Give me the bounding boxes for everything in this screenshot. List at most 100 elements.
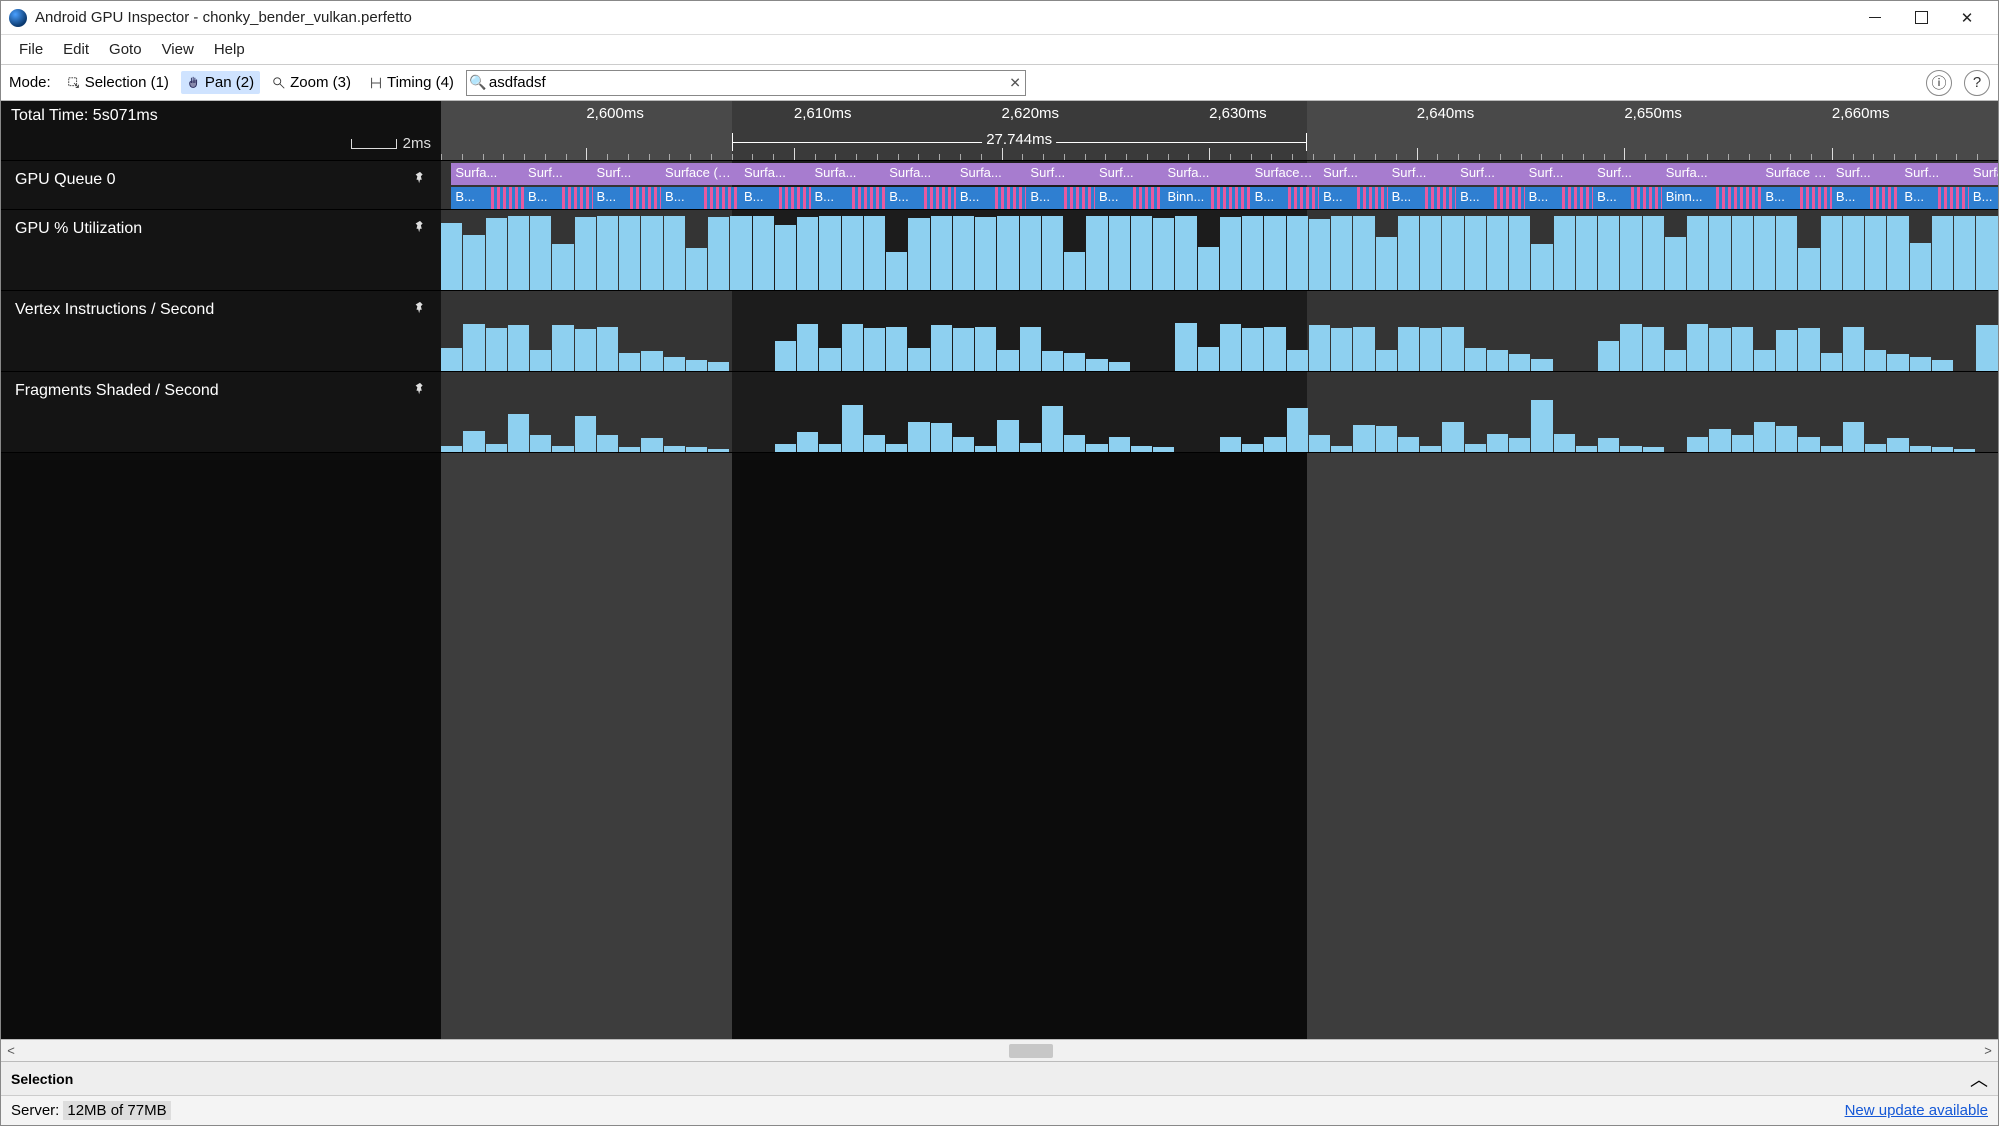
- queue-block-binning[interactable]: B...: [1095, 187, 1133, 209]
- menu-file[interactable]: File: [11, 37, 51, 62]
- track-label-fragments[interactable]: Fragments Shaded / Second: [1, 372, 441, 452]
- window-close-button[interactable]: [1944, 3, 1990, 33]
- scroll-thumb[interactable]: [1009, 1044, 1053, 1058]
- time-ruler[interactable]: 2,600ms2,610ms2,620ms2,630ms2,640ms2,650…: [441, 101, 1998, 160]
- queue-block-render[interactable]: [1631, 187, 1662, 209]
- queue-block-surface[interactable]: Surf...: [1456, 163, 1525, 185]
- queue-block-binning[interactable]: B...: [524, 187, 562, 209]
- queue-block-surface[interactable]: Surf...: [1388, 163, 1457, 185]
- queue-block-surface[interactable]: Surface (10...: [1761, 163, 1832, 185]
- queue-block-surface[interactable]: Surfa...: [1662, 163, 1762, 185]
- queue-block-render[interactable]: [1211, 187, 1250, 209]
- empty-area[interactable]: [1, 453, 1998, 1039]
- help-button[interactable]: ?: [1964, 70, 1990, 96]
- gpu-util-chart[interactable]: [441, 210, 1998, 290]
- queue-block-surface[interactable]: Surfa...: [956, 163, 1027, 185]
- queue-block-binning[interactable]: B...: [1026, 187, 1064, 209]
- queue-block-render[interactable]: [1800, 187, 1832, 209]
- queue-block-binning[interactable]: B...: [956, 187, 995, 209]
- window-minimize-button[interactable]: [1852, 3, 1898, 33]
- queue-block-binning[interactable]: B...: [885, 187, 924, 209]
- queue-block-surface[interactable]: Surfa...: [811, 163, 886, 185]
- queue-block-render[interactable]: [1357, 187, 1388, 209]
- queue-block-render[interactable]: [562, 187, 593, 209]
- pin-icon[interactable]: [413, 171, 427, 190]
- queue-block-binning[interactable]: B...: [1761, 187, 1800, 209]
- queue-block-surface[interactable]: Surfa...: [740, 163, 811, 185]
- queue-block-surface[interactable]: Surfa...: [451, 163, 524, 185]
- info-button[interactable]: ⓘ: [1926, 70, 1952, 96]
- update-link[interactable]: New update available: [1845, 1102, 1988, 1119]
- pin-icon[interactable]: [413, 382, 427, 401]
- scroll-right-arrow[interactable]: >: [1978, 1043, 1998, 1058]
- queue-block-binning[interactable]: B...: [1593, 187, 1631, 209]
- queue-block-binning[interactable]: B...: [661, 187, 704, 209]
- search-clear-button[interactable]: ✕: [1009, 74, 1021, 91]
- queue-block-render[interactable]: [1938, 187, 1969, 209]
- queue-block-surface[interactable]: Surf...: [1832, 163, 1901, 185]
- vertex-chart[interactable]: [441, 291, 1998, 371]
- queue-block-surface[interactable]: Surface (10...: [661, 163, 740, 185]
- queue-block-render[interactable]: [1425, 187, 1456, 209]
- queue-block-binning[interactable]: B...: [1900, 187, 1938, 209]
- queue-block-binning[interactable]: B...: [1525, 187, 1563, 209]
- window-maximize-button[interactable]: [1898, 3, 1944, 33]
- queue-block-surface[interactable]: Surf...: [1319, 163, 1388, 185]
- queue-block-render[interactable]: [779, 187, 811, 209]
- queue-block-surface[interactable]: Surf...: [1593, 163, 1662, 185]
- queue-block-binning[interactable]: B...: [451, 187, 491, 209]
- menu-goto[interactable]: Goto: [101, 37, 150, 62]
- queue-block-binning[interactable]: B...: [1969, 187, 1998, 209]
- queue-block-binning[interactable]: B...: [1456, 187, 1494, 209]
- track-label-vertex[interactable]: Vertex Instructions / Second: [1, 291, 441, 371]
- queue-block-render[interactable]: [704, 187, 739, 209]
- queue-block-render[interactable]: [995, 187, 1027, 209]
- queue-block-surface[interactable]: Surfa...: [1163, 163, 1250, 185]
- queue-block-render[interactable]: [852, 187, 886, 209]
- queue-block-render[interactable]: [630, 187, 661, 209]
- queue-block-render[interactable]: [924, 187, 956, 209]
- queue-block-surface[interactable]: Surf...: [1095, 163, 1164, 185]
- queue-block-render[interactable]: [491, 187, 524, 209]
- queue-block-surface[interactable]: Surf...: [1525, 163, 1594, 185]
- queue-block-binning[interactable]: B...: [811, 187, 852, 209]
- fragments-chart[interactable]: [441, 372, 1998, 452]
- queue-block-binning[interactable]: B...: [1832, 187, 1870, 209]
- queue-block-render[interactable]: [1133, 187, 1164, 209]
- track-label-gpu-queue[interactable]: GPU Queue 0: [1, 161, 441, 209]
- selection-panel-header[interactable]: Selection ︿: [1, 1061, 1998, 1095]
- track-label-gpu-util[interactable]: GPU % Utilization: [1, 210, 441, 290]
- queue-block-binning[interactable]: B...: [1388, 187, 1426, 209]
- mode-timing-button[interactable]: Timing (4): [363, 71, 460, 94]
- queue-block-surface[interactable]: Surface (10...: [1251, 163, 1320, 185]
- queue-block-binning[interactable]: B...: [1319, 187, 1357, 209]
- pin-icon[interactable]: [413, 301, 427, 320]
- horizontal-scrollbar[interactable]: < >: [1, 1039, 1998, 1061]
- search-input[interactable]: [489, 71, 1025, 95]
- queue-block-render[interactable]: [1870, 187, 1901, 209]
- queue-block-binning[interactable]: Binn...: [1163, 187, 1211, 209]
- menu-view[interactable]: View: [154, 37, 202, 62]
- queue-block-surface[interactable]: Surf...: [524, 163, 593, 185]
- gpu-queue-body[interactable]: Surfa...Surf...Surf...Surface (10...Surf…: [441, 161, 1998, 209]
- pin-icon[interactable]: [413, 220, 427, 239]
- queue-block-surface[interactable]: Surf...: [1900, 163, 1969, 185]
- queue-block-binning[interactable]: Binn...: [1662, 187, 1716, 209]
- menu-edit[interactable]: Edit: [55, 37, 97, 62]
- queue-block-surface[interactable]: Surfa...: [1969, 163, 1998, 185]
- mode-pan-button[interactable]: Pan (2): [181, 71, 260, 94]
- queue-block-render[interactable]: [1064, 187, 1095, 209]
- menu-help[interactable]: Help: [206, 37, 253, 62]
- scroll-left-arrow[interactable]: <: [1, 1043, 21, 1058]
- queue-block-surface[interactable]: Surfa...: [885, 163, 956, 185]
- queue-block-render[interactable]: [1288, 187, 1319, 209]
- mode-selection-button[interactable]: Selection (1): [61, 71, 175, 94]
- queue-block-surface[interactable]: Surf...: [593, 163, 662, 185]
- queue-block-render[interactable]: [1562, 187, 1593, 209]
- queue-block-render[interactable]: [1494, 187, 1525, 209]
- queue-block-binning[interactable]: B...: [1251, 187, 1289, 209]
- queue-block-binning[interactable]: B...: [740, 187, 779, 209]
- mode-zoom-button[interactable]: Zoom (3): [266, 71, 357, 94]
- queue-block-binning[interactable]: B...: [593, 187, 631, 209]
- queue-block-render[interactable]: [1716, 187, 1761, 209]
